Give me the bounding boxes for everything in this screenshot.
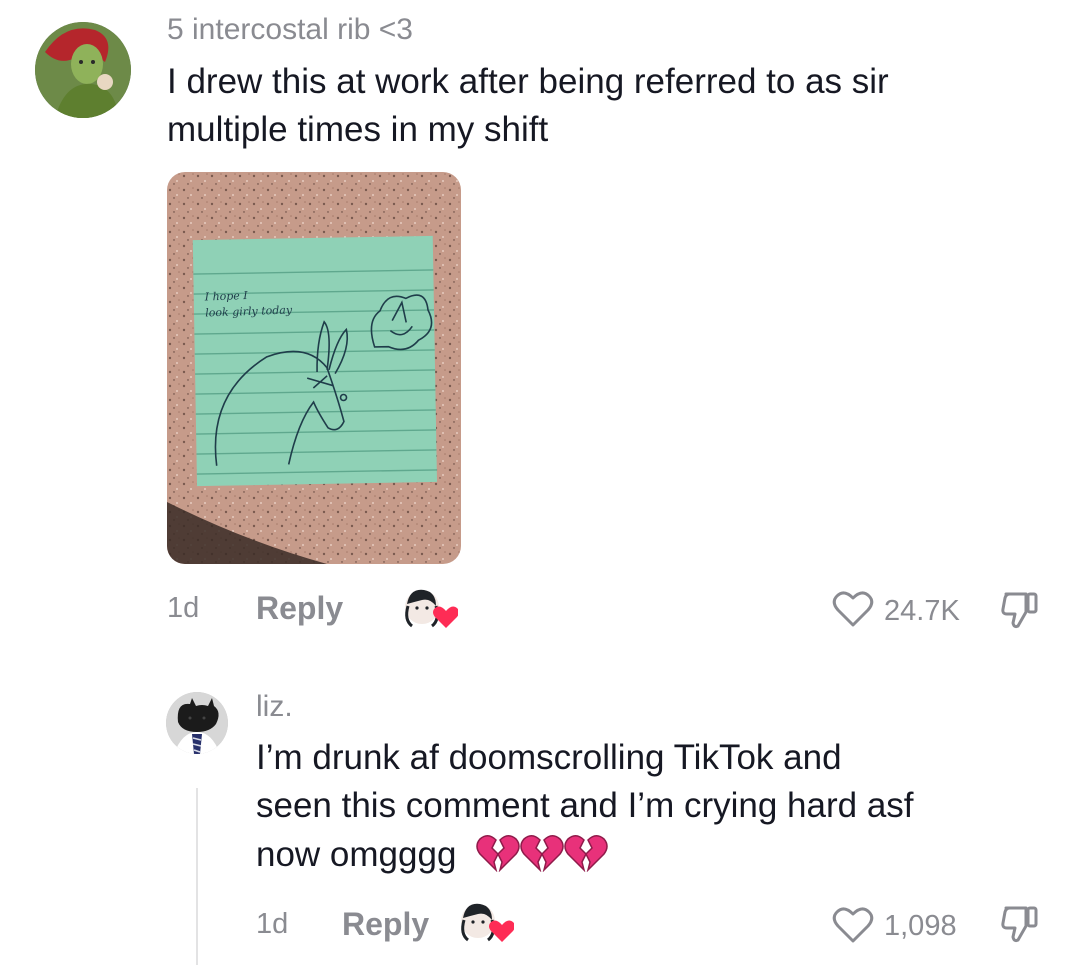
heart-outline-icon[interactable] xyxy=(832,905,874,945)
reply-button[interactable]: Reply xyxy=(256,590,343,626)
comment-text-line: I drew this at work after being referred… xyxy=(167,62,889,101)
like-count: 24.7K xyxy=(884,595,960,627)
comment-username[interactable]: liz. xyxy=(256,689,293,725)
heart-outline-icon[interactable] xyxy=(832,589,874,629)
like-count: 1,098 xyxy=(884,910,957,942)
creator-liked-avatar-heart-icon xyxy=(458,900,514,946)
comment-text: I’m drunk af doomscrolling TikTok and se… xyxy=(256,734,1066,885)
comment-photo[interactable]: I hope I look girly today xyxy=(167,172,461,564)
note-handwriting: I hope I look girly today xyxy=(204,286,293,321)
comment-text-line: now omgggg 💔💔💔 xyxy=(256,830,1066,885)
avatar[interactable] xyxy=(166,692,228,754)
thread-line xyxy=(196,788,198,965)
comment-time: 1d xyxy=(256,908,289,940)
comment-text: I drew this at work after being referred… xyxy=(167,58,1067,154)
comment-text-line: I’m drunk af doomscrolling TikTok and xyxy=(256,738,842,777)
broken-heart-emoji xyxy=(476,830,608,885)
note-handwriting-line: look girly today xyxy=(205,303,293,320)
comment-time: 1d xyxy=(167,592,200,624)
avatar[interactable] xyxy=(35,22,131,118)
reply-button[interactable]: Reply xyxy=(342,906,429,942)
creator-liked-avatar-heart-icon xyxy=(402,586,458,632)
comment-text-line: seen this comment and I’m crying hard as… xyxy=(256,786,914,825)
comment-username[interactable]: 5 intercostal rib <3 xyxy=(167,12,413,48)
thumbs-down-icon[interactable] xyxy=(998,588,1042,632)
thumbs-down-icon[interactable] xyxy=(998,902,1042,946)
comment-text-line: multiple times in my shift xyxy=(167,110,549,149)
comment-text-segment: now omgggg xyxy=(256,835,457,874)
